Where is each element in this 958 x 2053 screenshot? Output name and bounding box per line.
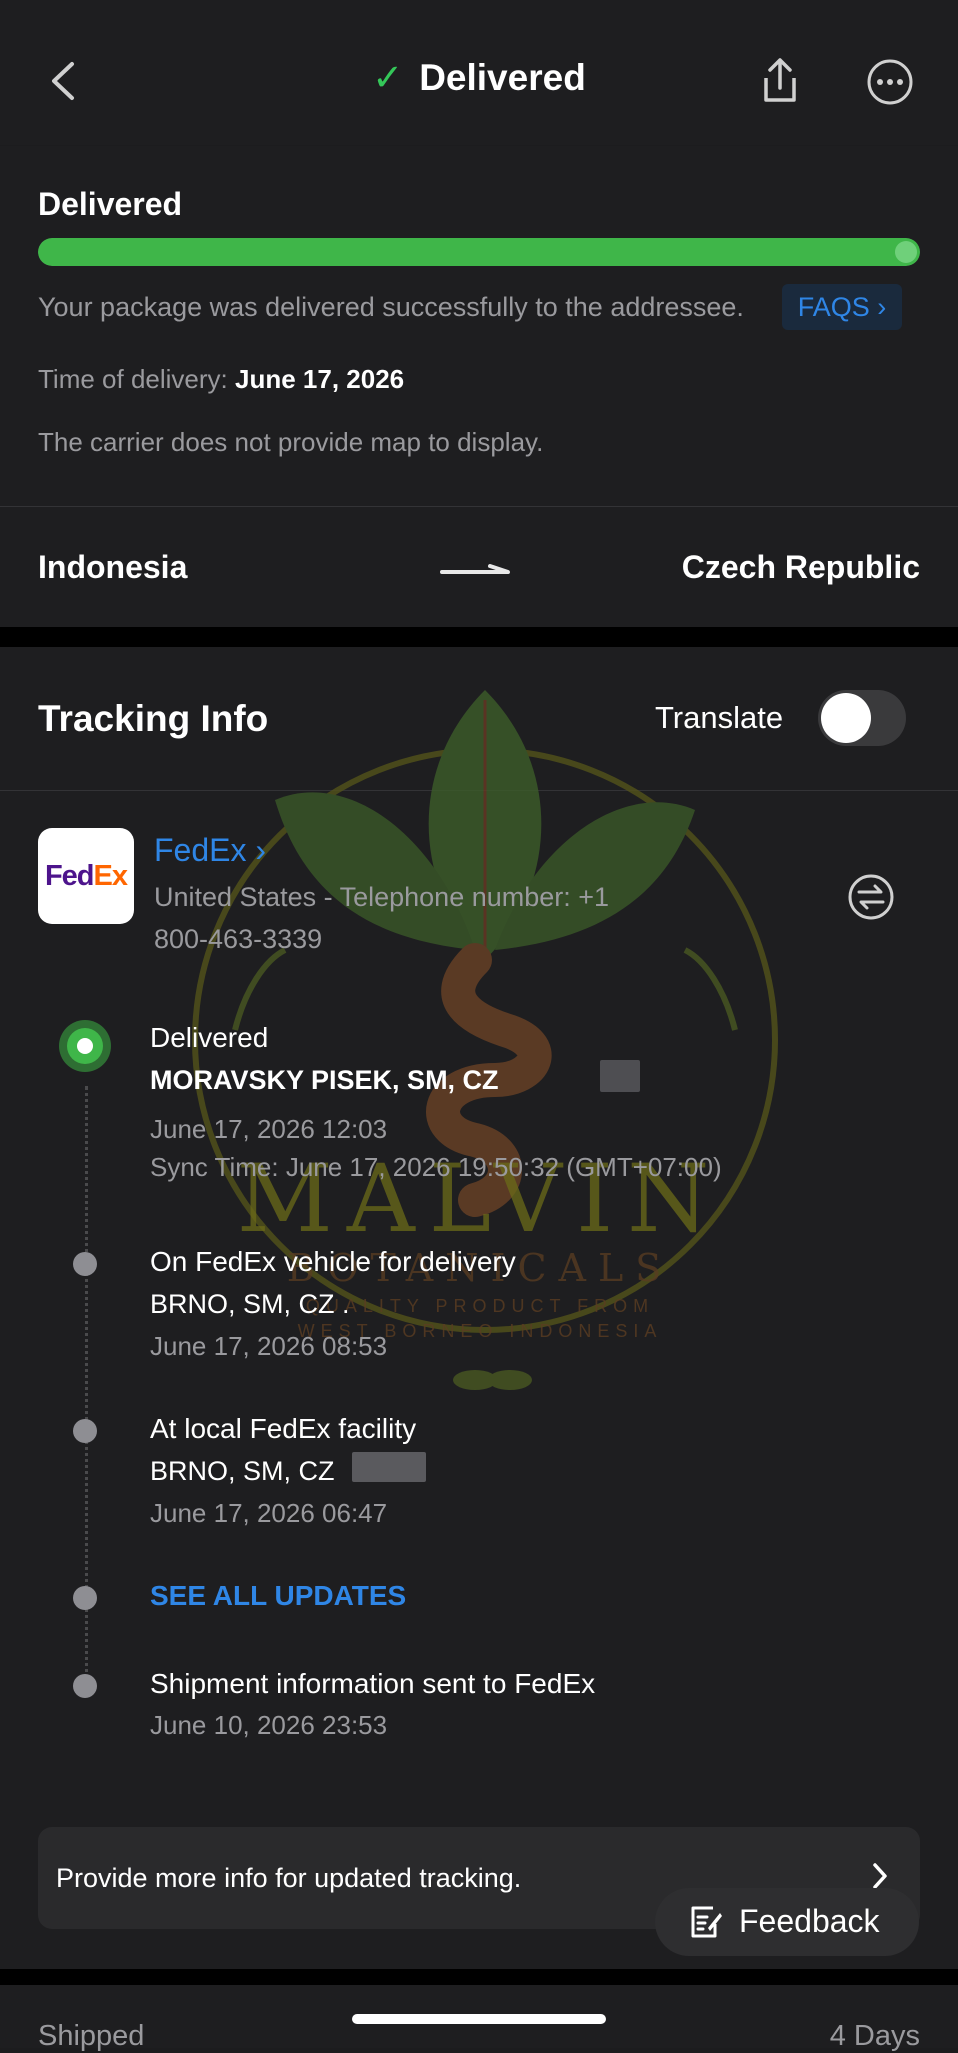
feedback-button[interactable]: Feedback (655, 1888, 919, 1956)
event-title: On FedEx vehicle for delivery (150, 1246, 516, 1277)
timeline-dot-active-core (77, 1038, 93, 1054)
section-gap (0, 627, 958, 647)
event-location: MORAVSKY PISEK, SM, CZ (150, 1065, 499, 1095)
redacted-block (600, 1060, 640, 1092)
event-title: Shipment information sent to FedEx (150, 1668, 596, 1699)
translate-label: Translate (655, 700, 784, 735)
swap-carrier-icon[interactable] (847, 873, 895, 921)
share-icon[interactable] (758, 56, 802, 106)
route-arrow-icon (440, 564, 510, 574)
transit-days: 4 Days (829, 2020, 920, 2052)
redacted-block (352, 1452, 426, 1482)
delivery-time-value: June 17, 2026 (235, 364, 405, 394)
map-note: The carrier does not provide map to disp… (38, 427, 544, 457)
progress-fill (38, 238, 920, 266)
more-options-icon[interactable] (866, 58, 914, 106)
see-all-updates-link[interactable]: SEE ALL UPDATES (150, 1580, 406, 1612)
event-time: June 17, 2026 06:47 (150, 1498, 388, 1528)
faqs-button[interactable]: FAQS › (782, 284, 902, 330)
timeline-dot (73, 1674, 97, 1698)
timeline-dot (73, 1419, 97, 1443)
event-location: BRNO, SM, CZ (150, 1456, 335, 1486)
fedex-logo-text: FedEx (38, 828, 134, 924)
delivery-time: Time of delivery: June 17, 2026 (38, 364, 404, 395)
fedex-logo: FedEx (38, 828, 134, 924)
event-title: At local FedEx facility (150, 1413, 417, 1444)
page-title: ✓ Delivered (0, 56, 958, 99)
toggle-knob (821, 693, 871, 743)
route-origin: Indonesia (38, 549, 188, 585)
home-indicator[interactable] (352, 2014, 606, 2024)
shipped-label: Shipped (38, 2020, 145, 2052)
section-gap (0, 1969, 958, 1985)
tracking-info-title: Tracking Info (38, 698, 269, 739)
route-destination: Czech Republic (681, 549, 920, 585)
carrier-name-link[interactable]: FedEx › (154, 832, 266, 869)
status-title: Delivered (38, 186, 183, 222)
timeline-dot-active-inner (67, 1028, 103, 1064)
event-time: June 17, 2026 12:03 (150, 1114, 388, 1144)
event-time: June 10, 2026 23:53 (150, 1710, 388, 1740)
status-message: Your package was delivered successfully … (38, 292, 744, 322)
delivery-time-label: Time of delivery: (38, 364, 228, 394)
more-info-label: Provide more info for updated tracking. (56, 1863, 522, 1893)
fedex-logo-ex: Ex (93, 860, 128, 892)
translate-toggle[interactable] (818, 690, 906, 746)
timeline-dot (73, 1586, 97, 1610)
page-title-text: Delivered (419, 57, 586, 98)
carrier-phone-line1: United States - Telephone number: +1 (154, 882, 610, 912)
delivery-progress-bar (38, 238, 920, 266)
divider (0, 790, 958, 791)
feedback-label: Feedback (739, 1903, 880, 1939)
fedex-logo-fed: Fed (44, 860, 95, 892)
event-sync-time: Sync Time: June 17, 2026 19:50:32 (GMT+0… (150, 1152, 722, 1182)
timeline-dot-active (59, 1020, 111, 1072)
edit-note-icon (691, 1906, 722, 1938)
event-location: BRNO, SM, CZ . (150, 1289, 350, 1319)
event-time: June 17, 2026 08:53 (150, 1331, 388, 1361)
check-icon: ✓ (372, 57, 404, 98)
event-title: Delivered (150, 1022, 269, 1053)
carrier-phone-line2: 800-463-3339 (154, 924, 323, 954)
timeline-dot (73, 1252, 97, 1276)
chevron-right-icon (873, 1863, 887, 1889)
progress-knob (895, 241, 917, 263)
